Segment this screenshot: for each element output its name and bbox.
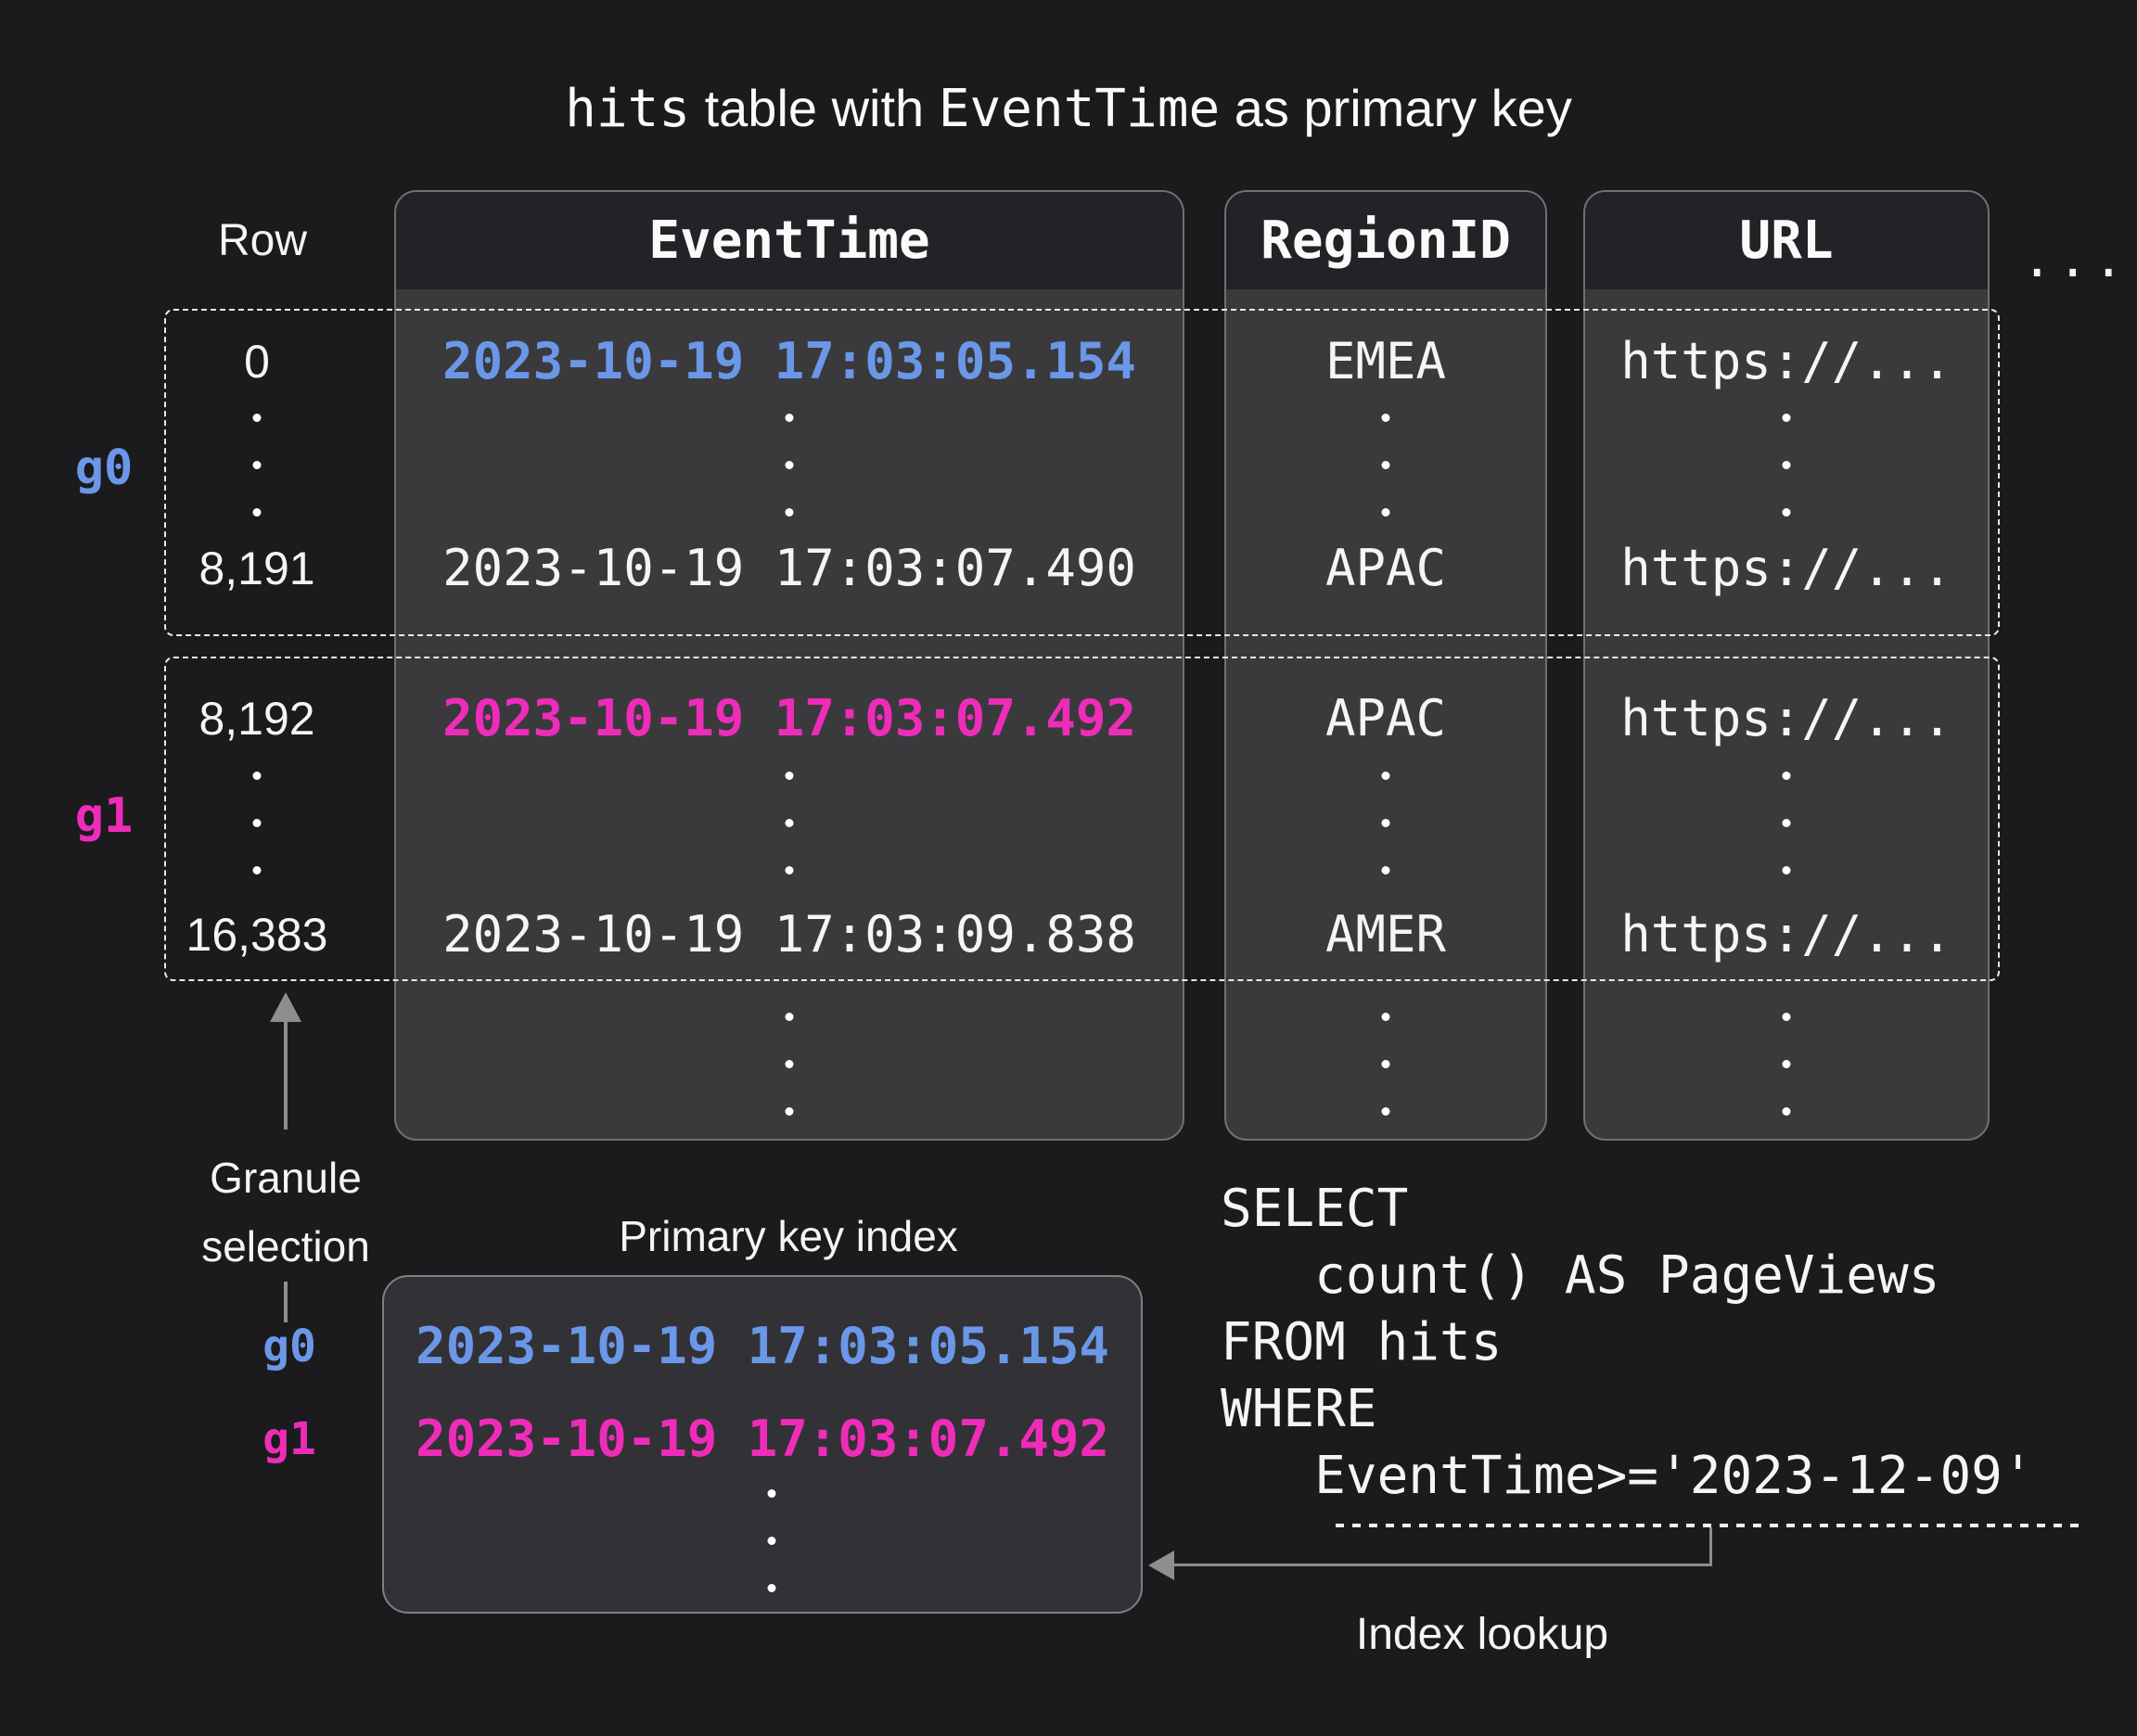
ellipsis-vertical <box>786 1013 794 1116</box>
title-text-2: as primary key <box>1220 79 1572 137</box>
primary-key-index-title: Primary key index <box>619 1211 958 1261</box>
url-value: https://... <box>1620 337 1952 387</box>
index-g1-value: 2023-10-19 17:03:07.492 <box>416 1414 1109 1464</box>
ellipsis-vertical <box>253 772 262 874</box>
url-value: https://... <box>1620 543 1952 594</box>
diagram-canvas: hits table with EventTime as primary key… <box>0 0 2137 1736</box>
url-value: https://... <box>1620 910 1952 960</box>
index-g1-label: g1 <box>262 1413 316 1465</box>
arrow-shaft <box>284 1282 288 1322</box>
ellipsis-vertical <box>1783 414 1791 517</box>
regionid-value: EMEA <box>1325 337 1446 387</box>
eventtime-value: 2023-10-19 17:03:07.492 <box>442 694 1136 744</box>
row-number: 16,383 <box>186 912 328 958</box>
more-columns-ellipsis: ... <box>2022 230 2130 288</box>
ellipsis-vertical <box>1382 772 1390 874</box>
index-lookup-connector-horizontal <box>1171 1564 1712 1566</box>
column-header-row: Row <box>218 215 307 266</box>
ellipsis-vertical <box>786 772 794 874</box>
granule-g1-label: g1 <box>75 788 134 844</box>
arrow-up-icon <box>270 992 301 1022</box>
ellipsis-vertical <box>1382 1013 1390 1116</box>
eventtime-value: 2023-10-19 17:03:05.154 <box>442 337 1136 387</box>
index-lookup-connector-vertical <box>1709 1527 1712 1566</box>
sql-query: SELECT count() AS PageViews FROM hits WH… <box>1221 1176 2034 1510</box>
arrow-shaft <box>284 1020 288 1130</box>
title-text-1: table with <box>690 79 939 137</box>
eventtime-value: 2023-10-19 17:03:07.490 <box>442 543 1136 594</box>
row-number: 8,192 <box>198 696 314 742</box>
row-number: 0 <box>244 338 270 385</box>
granule-selection-label-line1: Granule <box>210 1153 362 1203</box>
eventtime-value: 2023-10-19 17:03:09.838 <box>442 910 1136 960</box>
column-header-eventtime: EventTime <box>396 192 1183 289</box>
ellipsis-vertical <box>786 414 794 517</box>
regionid-value: APAC <box>1325 694 1446 744</box>
ellipsis-vertical <box>1382 414 1390 517</box>
ellipsis-vertical <box>253 414 262 517</box>
arrow-left-icon <box>1148 1551 1174 1580</box>
column-header-regionid: RegionID <box>1226 192 1545 289</box>
regionid-value: APAC <box>1325 543 1446 594</box>
ellipsis-vertical <box>1783 772 1791 874</box>
ellipsis-vertical <box>768 1489 776 1592</box>
index-lookup-label: Index lookup <box>1356 1610 1608 1660</box>
column-header-url: URL <box>1585 192 1988 289</box>
index-g0-value: 2023-10-19 17:03:05.154 <box>416 1321 1109 1372</box>
row-number: 8,191 <box>198 545 314 592</box>
title-eventtime-code: EventTime <box>939 79 1220 139</box>
title-hits-code: hits <box>565 79 690 139</box>
granule-selection-label-line2: selection <box>201 1221 370 1271</box>
index-g0-label: g0 <box>262 1321 316 1372</box>
granule-g0-label: g0 <box>75 440 134 496</box>
ellipsis-vertical <box>1783 1013 1791 1116</box>
url-value: https://... <box>1620 694 1952 744</box>
diagram-title: hits table with EventTime as primary key <box>0 78 2137 139</box>
regionid-value: AMER <box>1325 910 1446 960</box>
